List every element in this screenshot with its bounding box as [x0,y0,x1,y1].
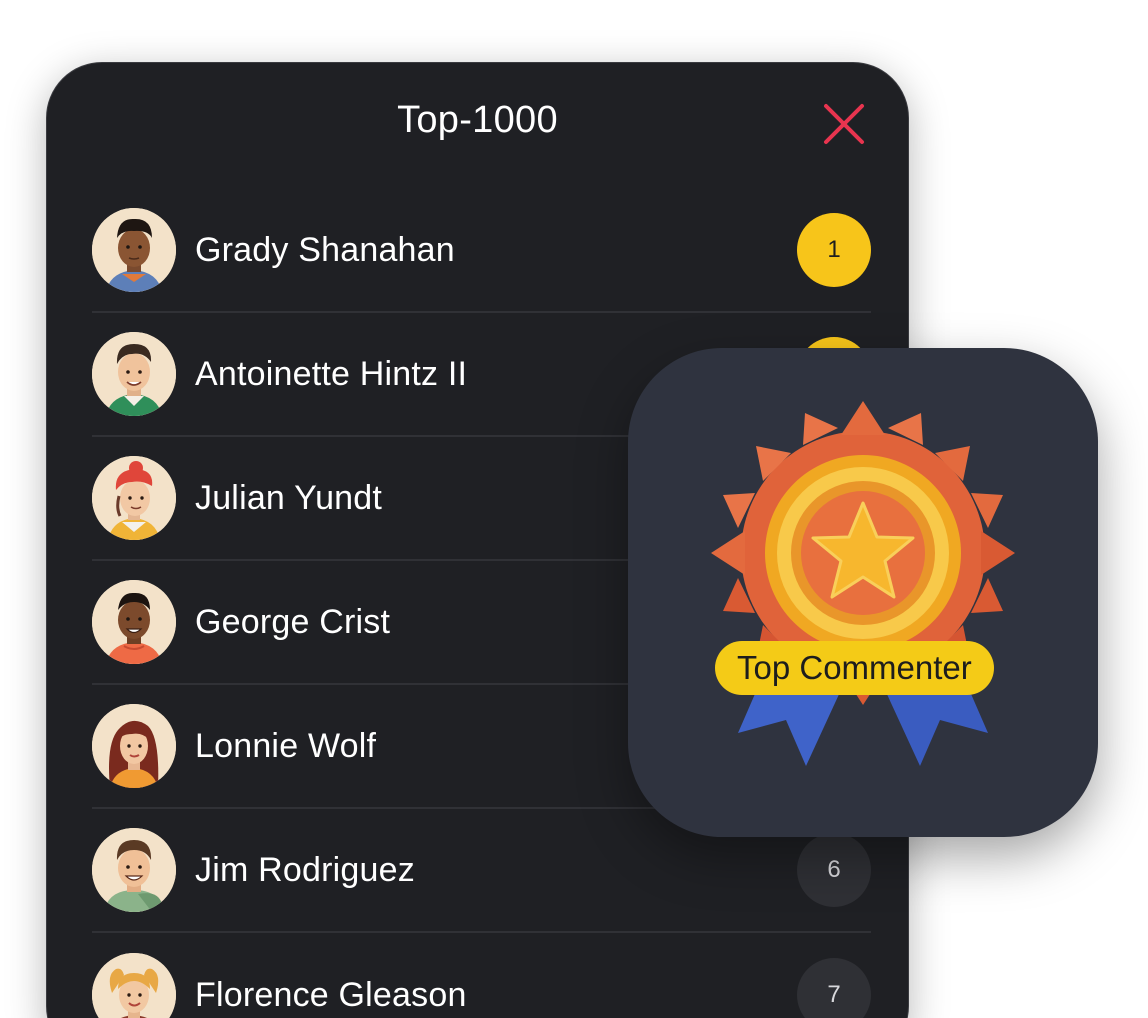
avatar [92,456,176,540]
avatar [92,332,176,416]
avatar [92,828,176,912]
badge-label: Top Commenter [715,641,994,695]
close-icon [824,104,864,144]
avatar [92,580,176,664]
user-name: George Crist [195,602,391,641]
user-name: Julian Yundt [195,478,383,517]
close-button[interactable] [819,99,869,149]
list-item[interactable]: Florence Gleason 7 [92,933,871,1018]
avatar [92,208,176,292]
user-name: Florence Gleason [195,975,467,1014]
rank-badge: 6 [797,833,871,907]
medal-icon [711,401,1015,766]
user-name: Lonnie Wolf [195,726,377,765]
user-name: Jim Rodriguez [195,850,415,889]
rank-badge: 1 [797,213,871,287]
user-name: Antoinette Hintz II [195,354,468,393]
list-item[interactable]: Grady Shanahan 1 [92,189,871,313]
user-name: Grady Shanahan [195,230,455,269]
rank-badge: 7 [797,958,871,1018]
avatar [92,953,176,1018]
screen: Top-1000 Grady Shanahan 1 Antoinette Hin… [0,0,1148,1018]
achievement-card[interactable]: Top Commenter [628,348,1098,837]
panel-title: Top-1000 [397,99,558,141]
avatar [92,704,176,788]
